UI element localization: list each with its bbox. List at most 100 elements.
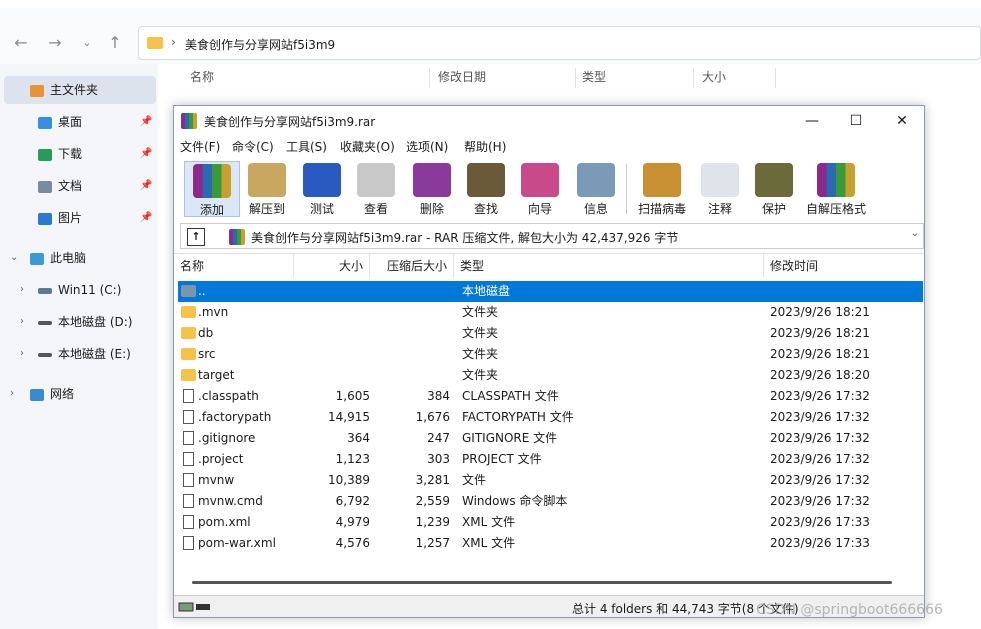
- up-folder-icon[interactable]: ↑: [187, 228, 205, 246]
- sidebar-item-this-pc[interactable]: 此电脑: [30, 244, 86, 272]
- chevron-down-icon[interactable]: ⌄: [911, 228, 919, 239]
- menu-help[interactable]: 帮助(H): [464, 138, 506, 155]
- toolbar-label: 删除: [419, 202, 444, 216]
- cell-modified: 2023/9/26 17:33: [770, 515, 870, 529]
- table-row[interactable]: target 文件夹 2023/9/26 18:20: [178, 365, 923, 386]
- column-header-size[interactable]: 大小: [294, 254, 370, 278]
- archive-icon: [229, 229, 245, 245]
- folder-icon: [181, 306, 196, 318]
- column-header-size[interactable]: 大小: [702, 68, 776, 88]
- table-row[interactable]: db 文件夹 2023/9/26 18:21: [178, 323, 923, 344]
- toolbar-label: 查看: [363, 202, 388, 216]
- chevron-right-icon[interactable]: ›: [20, 284, 24, 295]
- chevron-right-icon[interactable]: ›: [20, 316, 24, 327]
- cell-modified: 2023/9/26 17:32: [770, 473, 870, 487]
- extract-to-button[interactable]: 解压到: [242, 161, 292, 217]
- test-button[interactable]: 测试: [298, 161, 346, 217]
- menu-favorites[interactable]: 收藏夹(O): [340, 138, 395, 155]
- cell-size: 4,979: [335, 515, 370, 529]
- sidebar-item-downloads[interactable]: 下载: [38, 140, 82, 168]
- file-icon: [183, 389, 194, 403]
- sidebar-item-pictures[interactable]: 图片: [38, 204, 82, 232]
- wizard-button[interactable]: 向导: [516, 161, 564, 217]
- delete-icon: [413, 163, 451, 197]
- back-icon[interactable]: ←: [10, 32, 32, 54]
- chevron-down-icon[interactable]: ⌄: [10, 252, 18, 263]
- close-icon[interactable]: ✕: [882, 109, 922, 133]
- sfx-button[interactable]: 自解压格式: [804, 161, 868, 217]
- column-header-name[interactable]: 名称: [180, 254, 294, 278]
- sidebar-item-label: 文档: [58, 179, 83, 193]
- cell-name: .gitignore: [198, 431, 256, 445]
- table-row[interactable]: .project 1,123 303 PROJECT 文件 2023/9/26 17:3…: [178, 449, 923, 470]
- scrollbar-thumb[interactable]: [192, 581, 892, 584]
- scan-virus-button[interactable]: 扫描病毒: [634, 161, 690, 217]
- cell-modified: 2023/9/26 18:20: [770, 368, 870, 382]
- table-row[interactable]: .. 本地磁盘: [178, 281, 923, 302]
- path-bar[interactable]: ↑ 美食创作与分享网站f5i3m9.rar - RAR 压缩文件, 解包大小为 …: [180, 223, 924, 249]
- column-header-type[interactable]: 类型: [582, 68, 694, 88]
- menu-commands[interactable]: 命令(C): [232, 138, 274, 155]
- add-button[interactable]: 添加: [184, 161, 240, 217]
- info-button[interactable]: 信息: [572, 161, 620, 217]
- horizontal-scrollbar[interactable]: [178, 572, 923, 594]
- column-header-packed[interactable]: 压缩后大小: [370, 254, 454, 278]
- column-header-modified[interactable]: 修改日期: [438, 68, 576, 88]
- column-header-name[interactable]: 名称: [190, 68, 430, 88]
- file-icon: [183, 515, 194, 529]
- sidebar-item-drive-e[interactable]: 本地磁盘 (E:): [38, 340, 131, 368]
- menu-file[interactable]: 文件(F): [180, 138, 220, 155]
- table-row[interactable]: .mvn 文件夹 2023/9/26 18:21: [178, 302, 923, 323]
- comment-button[interactable]: 注释: [696, 161, 744, 217]
- comment-icon: [701, 163, 739, 197]
- watermark: CSDN @springboot666666: [756, 602, 943, 618]
- minimize-icon[interactable]: —: [792, 109, 832, 133]
- sidebar-item-desktop[interactable]: 桌面: [38, 108, 82, 136]
- table-row[interactable]: .classpath 1,605 384 CLASSPATH 文件 2023/9/26 …: [178, 386, 923, 407]
- table-row[interactable]: mvnw.cmd 6,792 2,559 Windows 命令脚本 2023/9/26 …: [178, 491, 923, 512]
- chevron-right-icon[interactable]: ›: [20, 348, 24, 359]
- menu-options[interactable]: 选项(N): [406, 138, 448, 155]
- pin-icon[interactable]: 📌: [140, 212, 152, 223]
- delete-button[interactable]: 删除: [408, 161, 456, 217]
- parent-folder-icon: [181, 285, 196, 297]
- menu-tools[interactable]: 工具(S): [286, 138, 327, 155]
- table-row[interactable]: src 文件夹 2023/9/26 18:21: [178, 344, 923, 365]
- cell-packed: 1,239: [415, 515, 450, 529]
- column-header-modified[interactable]: 修改时间: [764, 254, 922, 278]
- winrar-window: 美食创作与分享网站f5i3m9.rar — ☐ ✕ 文件(F) 命令(C) 工具…: [173, 105, 925, 618]
- toolbar-label: 注释: [707, 202, 732, 216]
- address-bar[interactable]: › 美食创作与分享网站f5i3m9: [138, 26, 981, 60]
- find-button[interactable]: 查找: [462, 161, 510, 217]
- chevron-right-icon[interactable]: ›: [10, 388, 14, 399]
- sidebar-item-home[interactable]: 主文件夹: [4, 76, 156, 104]
- sidebar-item-drive-c[interactable]: Win11 (C:): [38, 276, 121, 304]
- table-row[interactable]: mvnw 10,389 3,281 文件 2023/9/26 17:32: [178, 470, 923, 491]
- test-icon: [303, 163, 341, 197]
- cell-modified: 2023/9/26 18:21: [770, 326, 870, 340]
- table-row[interactable]: .gitignore 364 247 GITIGNORE 文件 2023/9/26 17…: [178, 428, 923, 449]
- cell-size: 364: [347, 431, 370, 445]
- cell-packed: 3,281: [415, 473, 450, 487]
- column-header-type[interactable]: 类型: [454, 254, 764, 278]
- pin-icon[interactable]: 📌: [140, 148, 152, 159]
- up-icon[interactable]: ↑: [104, 32, 126, 54]
- protect-button[interactable]: 保护: [750, 161, 798, 217]
- table-row[interactable]: pom-war.xml 4,576 1,257 XML 文件 2023/9/26 17:…: [178, 533, 923, 554]
- view-button[interactable]: 查看: [352, 161, 400, 217]
- toolbar-label: 查找: [473, 202, 498, 216]
- recent-chevron-icon[interactable]: ⌄: [76, 32, 98, 54]
- extract-icon: [248, 163, 286, 197]
- maximize-icon[interactable]: ☐: [836, 109, 876, 133]
- table-row[interactable]: pom.xml 4,979 1,239 XML 文件 2023/9/26 17:33: [178, 512, 923, 533]
- sidebar-item-network[interactable]: 网络: [30, 380, 74, 408]
- pin-icon[interactable]: 📌: [140, 116, 152, 127]
- sidebar-item-drive-d[interactable]: 本地磁盘 (D:): [38, 308, 132, 336]
- sidebar-item-label: Win11 (C:): [58, 283, 122, 297]
- pin-icon[interactable]: 📌: [140, 180, 152, 191]
- cell-packed: 1,676: [415, 410, 450, 424]
- sidebar-item-documents[interactable]: 文档: [38, 172, 82, 200]
- table-row[interactable]: .factorypath 14,915 1,676 FACTORYPATH 文件 202…: [178, 407, 923, 428]
- file-icon: [183, 431, 194, 445]
- forward-icon[interactable]: →: [44, 32, 66, 54]
